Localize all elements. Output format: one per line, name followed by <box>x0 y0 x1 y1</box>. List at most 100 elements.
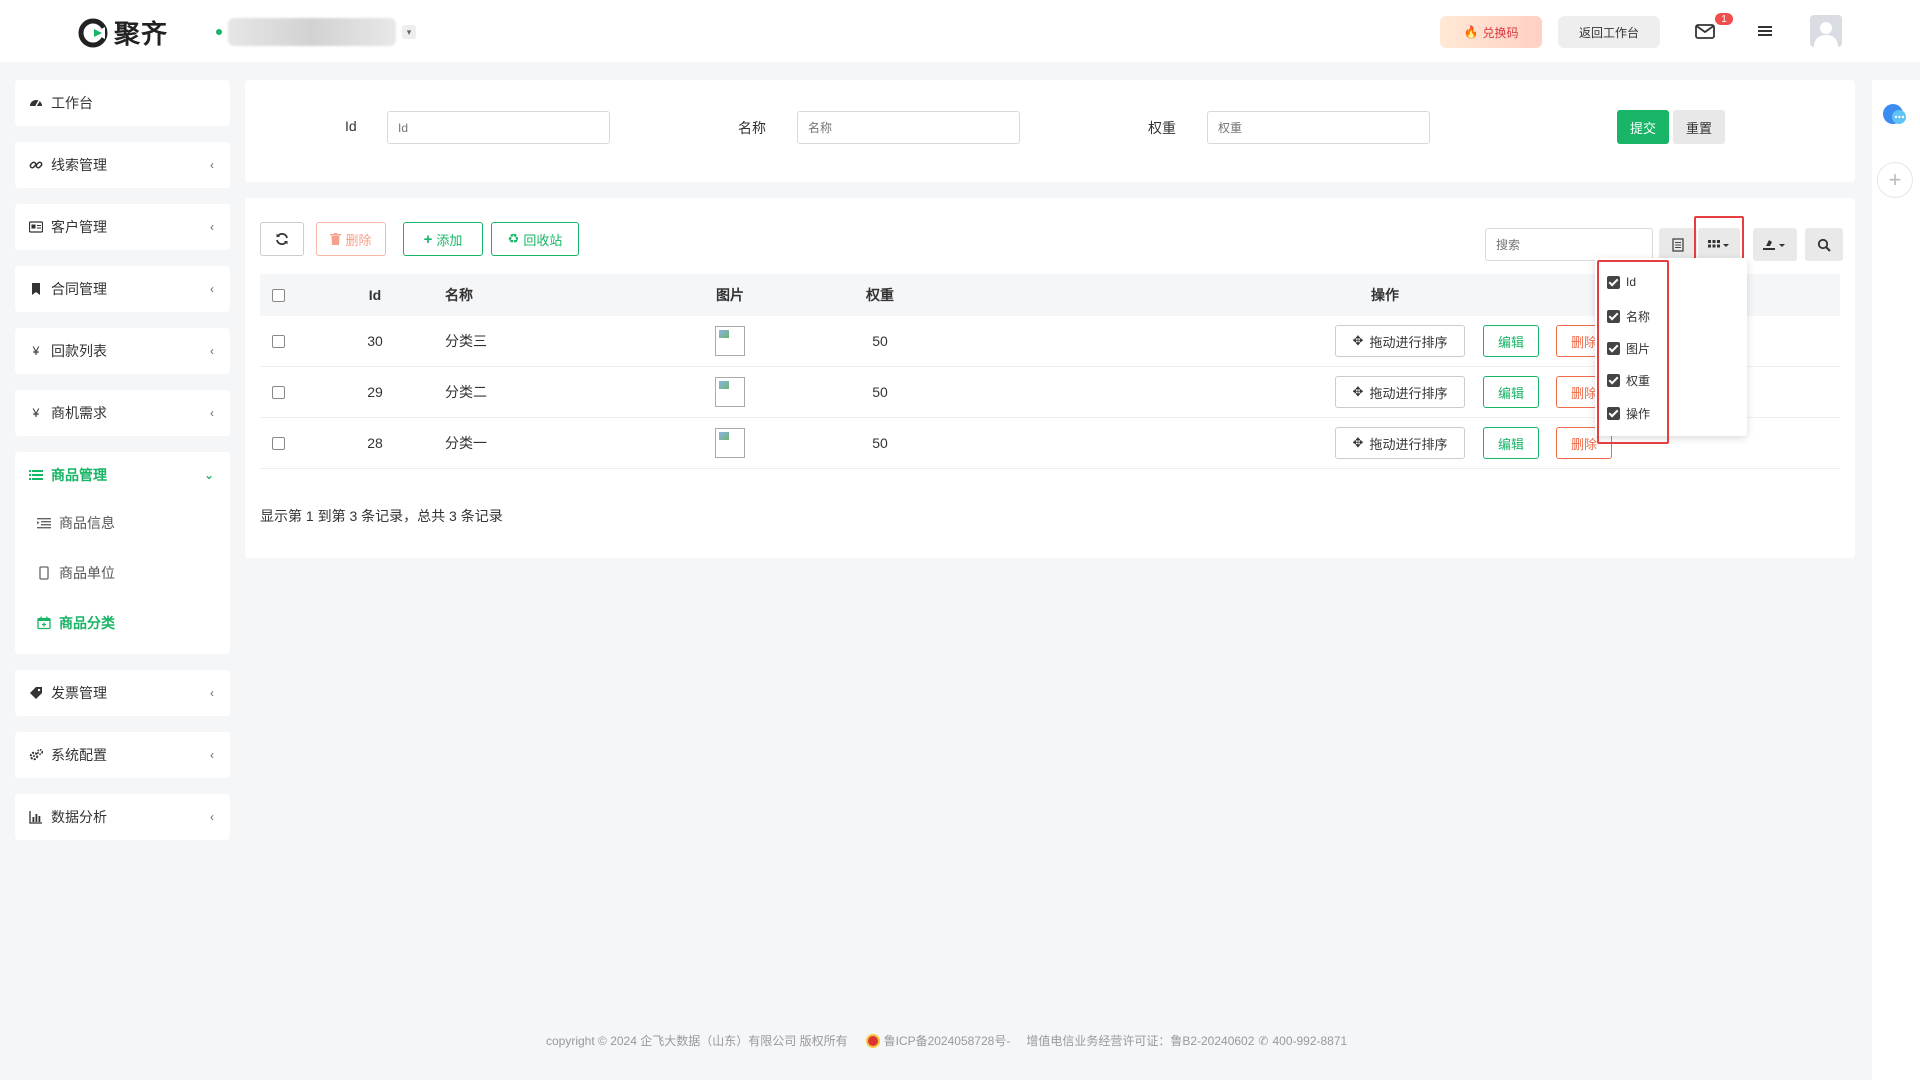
edit-button[interactable]: 编辑 <box>1483 376 1539 408</box>
row-checkbox[interactable] <box>272 385 285 399</box>
add-plus-icon[interactable]: + <box>1877 162 1913 198</box>
chevron-left-icon: ‹ <box>210 406 214 420</box>
submit-button[interactable]: 提交 <box>1617 110 1669 144</box>
move-arrows-icon: ✥ <box>1352 435 1364 450</box>
recycle-icon: ♻ <box>507 231 520 246</box>
checked-checkbox[interactable] <box>1607 310 1620 323</box>
columns-toggle-button[interactable] <box>1698 228 1740 261</box>
brand-name: 聚齐 <box>114 19 169 49</box>
sidebar-subitem-label: 商品分类 <box>59 615 115 631</box>
chevron-left-icon: ‹ <box>210 158 214 172</box>
fire-icon: 🔥 <box>1463 25 1479 39</box>
cogs-icon <box>29 748 43 762</box>
column-option-name[interactable]: 名称 <box>1607 308 1650 325</box>
sidebar-subitem-product-category[interactable]: 商品分类 <box>15 598 230 648</box>
drag-sort-label: 拖动进行排序 <box>1369 385 1448 401</box>
list-view-icon <box>1672 237 1684 252</box>
brand-logo[interactable]: 聚齐 <box>78 14 168 51</box>
sidebar-item-analytics[interactable]: 数据分析 ‹ <box>15 794 230 840</box>
column-option-label: Id <box>1626 275 1637 289</box>
chevron-left-icon: ‹ <box>210 748 214 762</box>
refresh-button[interactable] <box>260 222 304 256</box>
checked-checkbox[interactable] <box>1607 407 1620 420</box>
sidebar-item-customers[interactable]: 客户管理 ‹ <box>15 204 230 250</box>
checked-checkbox[interactable] <box>1607 374 1620 387</box>
edit-button[interactable]: 编辑 <box>1483 325 1539 357</box>
name-filter-input[interactable] <box>797 111 1020 144</box>
footer-icp-link[interactable]: 鲁ICP备2024058728号- <box>884 1032 1011 1049</box>
row-id: 29 <box>367 384 383 400</box>
row-checkbox[interactable] <box>272 334 285 348</box>
id-card-icon <box>29 220 43 234</box>
grid-icon <box>1708 239 1729 247</box>
user-avatar[interactable] <box>1810 15 1842 47</box>
bulk-delete-button[interactable]: 删除 <box>316 222 386 256</box>
advanced-search-button[interactable] <box>1805 228 1843 261</box>
drag-sort-button[interactable]: ✥ 拖动进行排序 <box>1335 427 1465 459</box>
select-all-checkbox-cell[interactable] <box>272 274 285 316</box>
broken-image-icon[interactable] <box>715 377 745 407</box>
broken-image-icon[interactable] <box>715 428 745 458</box>
page-footer: copyright © 2024 企飞大数据（山东）有限公司 版权所有 鲁ICP… <box>546 1032 1347 1049</box>
row-weight: 50 <box>872 435 888 451</box>
return-workbench-button[interactable]: 返回工作台 <box>1558 16 1660 48</box>
broken-image-icon[interactable] <box>715 326 745 356</box>
hamburger-menu-icon[interactable] <box>1752 18 1778 44</box>
row-checkbox[interactable] <box>272 436 285 450</box>
sidebar-subitem-label: 商品单位 <box>59 565 115 581</box>
filter-panel: Id 名称 权重 提交 重置 <box>245 80 1855 182</box>
sidebar-subitem-product-unit[interactable]: 商品单位 <box>15 548 230 598</box>
table-search-input[interactable] <box>1485 228 1653 261</box>
weight-filter-input[interactable] <box>1207 111 1430 144</box>
mail-count-badge: 1 <box>1714 12 1734 26</box>
chevron-left-icon: ‹ <box>210 686 214 700</box>
column-option-picture[interactable]: 图片 <box>1607 340 1650 357</box>
add-button[interactable]: + 添加 <box>403 222 483 256</box>
sidebar-item-label: 客户管理 <box>51 219 107 235</box>
checked-checkbox[interactable] <box>1607 342 1620 355</box>
pagination-info: 显示第 1 到第 3 条记录，总共 3 条记录 <box>260 508 503 524</box>
company-selector[interactable]: ▾ <box>216 18 416 46</box>
sidebar-item-label: 发票管理 <box>51 685 107 701</box>
sidebar-item-leads[interactable]: 线索管理 ‹ <box>15 142 230 188</box>
column-option-id[interactable]: Id <box>1607 275 1636 289</box>
drag-sort-label: 拖动进行排序 <box>1369 436 1448 452</box>
drag-sort-button[interactable]: ✥ 拖动进行排序 <box>1335 325 1465 357</box>
move-arrows-icon: ✥ <box>1352 333 1364 348</box>
header-weight[interactable]: 权重 <box>850 274 910 316</box>
export-button[interactable] <box>1753 228 1797 261</box>
sidebar-item-label: 数据分析 <box>51 809 107 825</box>
sidebar-item-contracts[interactable]: 合同管理 ‹ <box>15 266 230 312</box>
chevron-left-icon: ‹ <box>210 282 214 296</box>
header-id[interactable]: Id <box>345 274 405 316</box>
column-option-weight[interactable]: 权重 <box>1607 372 1650 389</box>
chat-assistant-icon[interactable] <box>1880 100 1910 130</box>
caret-down-icon[interactable]: ▾ <box>402 25 416 39</box>
sidebar-item-workbench[interactable]: 工作台 <box>15 80 230 126</box>
sidebar-item-products[interactable]: 商品管理 ⌄ <box>15 452 230 498</box>
indent-icon <box>37 516 51 530</box>
sidebar-item-system-config[interactable]: 系统配置 ‹ <box>15 732 230 778</box>
drag-sort-button[interactable]: ✥ 拖动进行排序 <box>1335 376 1465 408</box>
sidebar-item-payments[interactable]: ¥ 回款列表 ‹ <box>15 328 230 374</box>
edit-button[interactable]: 编辑 <box>1483 427 1539 459</box>
sidebar-subitem-product-info[interactable]: 商品信息 <box>15 498 230 548</box>
checked-checkbox[interactable] <box>1607 275 1620 289</box>
sidebar-item-label: 工作台 <box>51 95 93 111</box>
column-option-operation[interactable]: 操作 <box>1607 405 1650 422</box>
redeem-code-button[interactable]: 🔥 兑换码 <box>1440 16 1542 48</box>
top-header: 聚齐 ▾ 🔥 兑换码 返回工作台 1 <box>0 0 1920 62</box>
row-weight: 50 <box>872 333 888 349</box>
row-name: 分类三 <box>445 333 487 349</box>
right-rail: + <box>1872 80 1920 1080</box>
sidebar-item-opportunities[interactable]: ¥ 商机需求 ‹ <box>15 390 230 436</box>
recycle-bin-button[interactable]: ♻ 回收站 <box>491 222 579 256</box>
status-dot <box>216 29 222 35</box>
toggle-view-button[interactable] <box>1659 228 1697 261</box>
id-filter-input[interactable] <box>387 111 610 144</box>
reset-button[interactable]: 重置 <box>1673 110 1725 144</box>
sidebar-item-invoices[interactable]: 发票管理 ‹ <box>15 670 230 716</box>
brand-mark-icon <box>78 18 108 47</box>
tag-icon <box>29 686 43 700</box>
select-all-checkbox[interactable] <box>272 288 285 302</box>
